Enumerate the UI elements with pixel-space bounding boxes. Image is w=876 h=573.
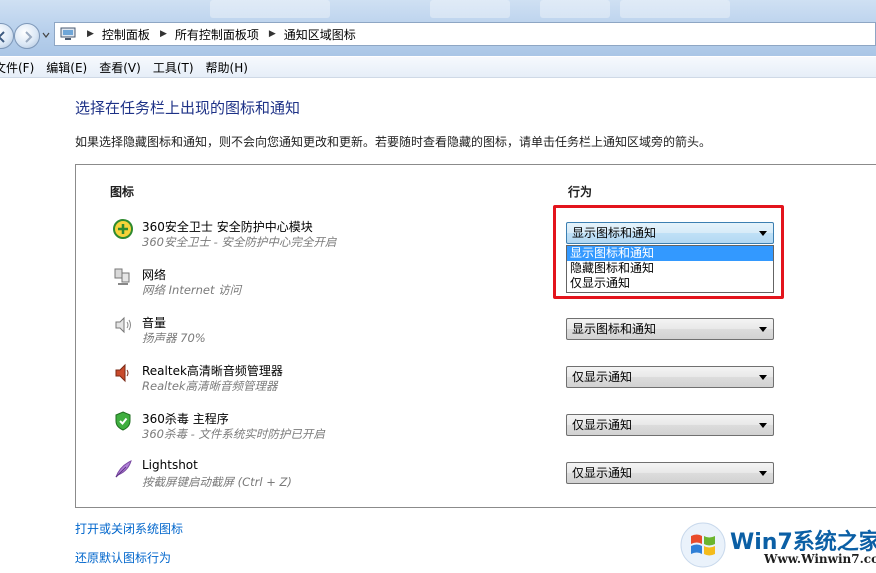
link-restore-default[interactable]: 还原默认图标行为: [75, 549, 171, 566]
breadcrumb-all-items[interactable]: 所有控制面板项: [175, 26, 259, 43]
icon-row-name: 网络: [142, 268, 167, 282]
blurred-title: [620, 0, 730, 18]
icon-row-360-safe: 360安全卫士 安全防护中心模块 360安全卫士 - 安全防护中心完全开启: [112, 218, 552, 258]
speaker-icon: [115, 363, 129, 383]
network-icon: [114, 268, 130, 285]
column-header-icon: 图标: [110, 185, 135, 199]
blurred-title: [430, 0, 510, 18]
icon-row-360-antivirus: 360杀毒 主程序 360杀毒 - 文件系统实时防护已开启: [112, 410, 552, 450]
icon-row-name: 360杀毒 主程序: [142, 412, 229, 426]
menu-file[interactable]: 文件(F): [0, 59, 42, 76]
icon-row-network: 网络 网络 Internet 访问: [112, 266, 552, 306]
history-dropdown-icon[interactable]: [41, 30, 51, 40]
icon-row-name: 音量: [142, 316, 167, 330]
icon-row-subtitle: 扬声器 70%: [142, 331, 206, 345]
computer-icon: [60, 27, 76, 40]
arrow-left-icon: [0, 31, 5, 43]
chevron-down-icon: [759, 327, 767, 332]
icon-row-name: Lightshot: [142, 458, 198, 472]
select-value: 仅显示通知: [572, 466, 633, 480]
behavior-select-lightshot[interactable]: 仅显示通知: [566, 462, 774, 484]
chevron-right-icon[interactable]: ▶: [160, 29, 167, 39]
icon-row-name: 360安全卫士 安全防护中心模块: [142, 220, 313, 234]
shield-icon: [115, 411, 131, 431]
volume-icon: [115, 316, 131, 334]
watermark: Win7系统之家 Www.Winwin7.com: [680, 520, 876, 573]
link-system-icons[interactable]: 打开或关闭系统图标: [75, 520, 183, 537]
forward-button[interactable]: [14, 23, 40, 49]
chevron-right-icon: ▶: [87, 29, 94, 39]
address-bar[interactable]: ▶ 控制面板 ▶ 所有控制面板项 ▶ 通知区域图标: [54, 22, 876, 46]
behavior-select-realtek[interactable]: 仅显示通知: [566, 366, 774, 388]
watermark-url: Www.Winwin7.com: [764, 552, 876, 566]
blurred-title: [540, 0, 610, 18]
behavior-select-360-antivirus[interactable]: 仅显示通知: [566, 414, 774, 436]
chevron-down-icon: [759, 375, 767, 380]
icon-row-subtitle: 网络 Internet 访问: [142, 283, 242, 297]
menu-tools[interactable]: 工具(T): [153, 59, 202, 76]
chevron-right-icon[interactable]: ▶: [269, 29, 276, 39]
blurred-title: [210, 0, 330, 18]
menu-edit[interactable]: 编辑(E): [46, 59, 95, 76]
icon-row-subtitle: 360杀毒 - 文件系统实时防护已开启: [142, 427, 325, 441]
chevron-down-icon: [759, 423, 767, 428]
page-description: 如果选择隐藏图标和通知，则不会向您通知更改和更新。若要随时查看隐藏的图标，请单击…: [75, 135, 712, 149]
select-value: 显示图标和通知: [572, 322, 657, 336]
icon-row-lightshot: Lightshot 按截屏键启动截屏 (Ctrl + Z): [112, 458, 552, 498]
icon-row-subtitle: 按截屏键启动截屏 (Ctrl + Z): [142, 475, 292, 489]
select-value: 仅显示通知: [572, 418, 633, 432]
select-value: 仅显示通知: [572, 370, 633, 384]
icon-row-volume: 音量 扬声器 70%: [112, 314, 552, 354]
chevron-down-icon: [759, 471, 767, 476]
breadcrumb-notification-icons[interactable]: 通知区域图标: [284, 26, 356, 43]
menu-view[interactable]: 查看(V): [99, 59, 149, 76]
icon-row-subtitle: Realtek高清晰音频管理器: [142, 379, 278, 393]
menu-bar: 文件(F) 编辑(E) 查看(V) 工具(T) 帮助(H): [0, 57, 876, 78]
menu-help[interactable]: 帮助(H): [206, 59, 256, 76]
icon-row-realtek: Realtek高清晰音频管理器 Realtek高清晰音频管理器: [112, 362, 552, 402]
feather-icon: [115, 460, 132, 478]
column-header-behavior: 行为: [568, 185, 593, 199]
arrow-right-icon: [25, 31, 33, 43]
icon-row-subtitle: 360安全卫士 - 安全防护中心完全开启: [142, 235, 337, 249]
red-highlight-box: [553, 205, 784, 299]
breadcrumb-control-panel[interactable]: 控制面板: [102, 26, 150, 43]
behavior-select-volume[interactable]: 显示图标和通知: [566, 318, 774, 340]
windows-logo-icon: [680, 522, 726, 568]
360-safe-icon: [113, 219, 133, 239]
page-title: 选择在任务栏上出现的图标和通知: [75, 99, 301, 117]
icon-row-name: Realtek高清晰音频管理器: [142, 364, 283, 378]
